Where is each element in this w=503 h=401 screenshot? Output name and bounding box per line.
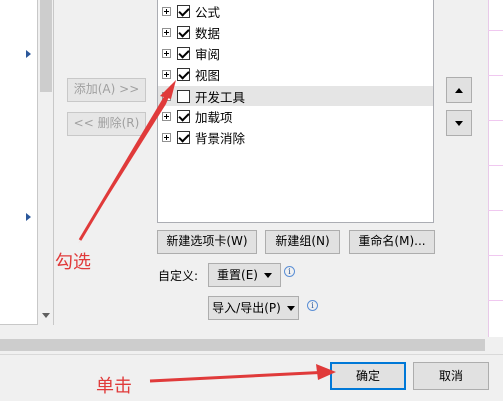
click-arrow-line	[149, 370, 331, 383]
click-arrow-head-icon	[316, 364, 336, 380]
check-arrow-line	[78, 85, 174, 241]
annotation-click-text: 单击	[96, 376, 132, 397]
annotation-arrows	[78, 80, 336, 383]
annotation-check-text: 勾选	[55, 252, 91, 273]
check-arrow-head-icon	[160, 80, 176, 99]
